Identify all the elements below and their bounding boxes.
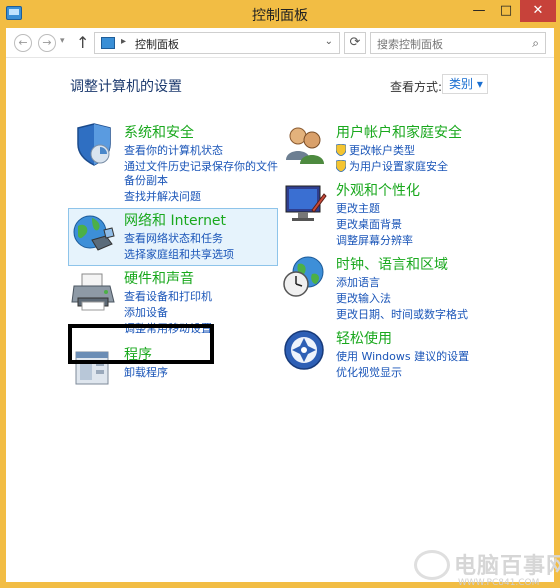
link-desktop-background[interactable]: 更改桌面背景 <box>336 216 402 232</box>
link-troubleshoot[interactable]: 查找并解决问题 <box>124 188 201 204</box>
link-date-time-format[interactable]: 更改日期、时间或数字格式 <box>336 306 468 322</box>
globe-clock-icon <box>283 256 324 297</box>
shield-icon <box>77 123 111 166</box>
link-recommended-settings[interactable]: 使用 Windows 建议的设置 <box>336 348 469 364</box>
link-devices-printers[interactable]: 查看设备和打印机 <box>124 288 212 304</box>
view-by-dropdown[interactable]: 类别 ▾ <box>442 74 488 94</box>
ease-access-icon <box>284 330 324 370</box>
address-bar[interactable]: ▸ 控制面板 ⌄ <box>94 32 340 54</box>
uac-shield-icon <box>336 160 346 172</box>
printer-icon <box>71 273 115 311</box>
monitor-brush-icon <box>285 185 327 221</box>
link-network-status[interactable]: 查看网络状态和任务 <box>124 230 223 246</box>
refresh-button[interactable]: ⟳ <box>344 32 366 54</box>
client-area: ← → ▾ ↑ ▸ 控制面板 ⌄ ⟳ ⌕ 调整计算机的设置 查看方式: 类别 ▾ <box>6 28 560 588</box>
up-button[interactable]: ↑ <box>76 33 89 52</box>
minimize-button[interactable]: — <box>466 0 492 22</box>
link-backup[interactable]: 备份副本 <box>124 172 168 188</box>
control-panel-icon <box>101 37 115 49</box>
link-change-theme[interactable]: 更改主题 <box>336 200 380 216</box>
navigation-toolbar: ← → ▾ ↑ ▸ 控制面板 ⌄ ⟳ ⌕ <box>6 28 554 58</box>
link-screen-resolution[interactable]: 调整屏幕分辨率 <box>336 232 413 248</box>
category-title[interactable]: 轻松使用 <box>336 328 392 348</box>
link-label[interactable]: 更改帐户类型 <box>349 144 415 157</box>
search-icon[interactable]: ⌕ <box>532 36 539 51</box>
category-title[interactable]: 网络和 Internet <box>124 210 226 230</box>
link-view-computer-status[interactable]: 查看你的计算机状态 <box>124 142 223 158</box>
link-optimize-visual[interactable]: 优化视觉显示 <box>336 364 402 380</box>
category-title[interactable]: 外观和个性化 <box>336 180 420 200</box>
breadcrumb-separator[interactable]: ▸ <box>121 36 126 47</box>
page-heading: 调整计算机的设置 <box>70 79 182 95</box>
link-add-language[interactable]: 添加语言 <box>336 274 380 290</box>
link-add-device[interactable]: 添加设备 <box>124 304 168 320</box>
back-button[interactable]: ← <box>14 34 32 52</box>
category-title[interactable]: 硬件和声音 <box>124 268 194 288</box>
link-family-safety[interactable]: 为用户设置家庭安全 <box>336 158 448 174</box>
users-icon <box>286 127 324 164</box>
link-homegroup-sharing[interactable]: 选择家庭组和共享选项 <box>124 246 234 262</box>
close-button[interactable]: ✕ <box>520 0 556 22</box>
category-title[interactable]: 系统和安全 <box>124 122 194 142</box>
breadcrumb-control-panel[interactable]: 控制面板 <box>135 36 179 52</box>
category-title[interactable]: 时钟、语言和区域 <box>336 254 448 274</box>
forward-button[interactable]: → <box>38 34 56 52</box>
watermark-logo-icon <box>414 550 450 580</box>
uac-shield-icon <box>336 144 346 156</box>
category-title[interactable]: 用户帐户和家庭安全 <box>336 122 462 142</box>
link-label[interactable]: 为用户设置家庭安全 <box>349 160 448 173</box>
address-dropdown-button[interactable]: ⌄ <box>325 36 333 47</box>
view-by-label: 查看方式: <box>390 80 443 94</box>
annotation-box <box>68 324 214 364</box>
control-panel-window: 控制面板 — □ ✕ ← → ▾ ↑ ▸ 控制面板 ⌄ ⟳ ⌕ 调整计算机的设置… <box>0 0 560 588</box>
search-box[interactable]: ⌕ <box>370 32 546 55</box>
link-change-account-type[interactable]: 更改帐户类型 <box>336 142 415 158</box>
link-uninstall-program[interactable]: 卸载程序 <box>124 364 168 380</box>
globe-network-icon <box>73 215 115 251</box>
title-bar[interactable]: 控制面板 — □ ✕ <box>0 0 560 28</box>
maximize-button[interactable]: □ <box>493 0 519 22</box>
search-input[interactable] <box>371 34 521 55</box>
watermark-text: 电脑百事网 <box>454 554 560 579</box>
recent-locations-button[interactable]: ▾ <box>60 36 65 46</box>
watermark-url: WWW.PC841.COM <box>458 578 540 588</box>
link-change-input-method[interactable]: 更改输入法 <box>336 290 391 306</box>
